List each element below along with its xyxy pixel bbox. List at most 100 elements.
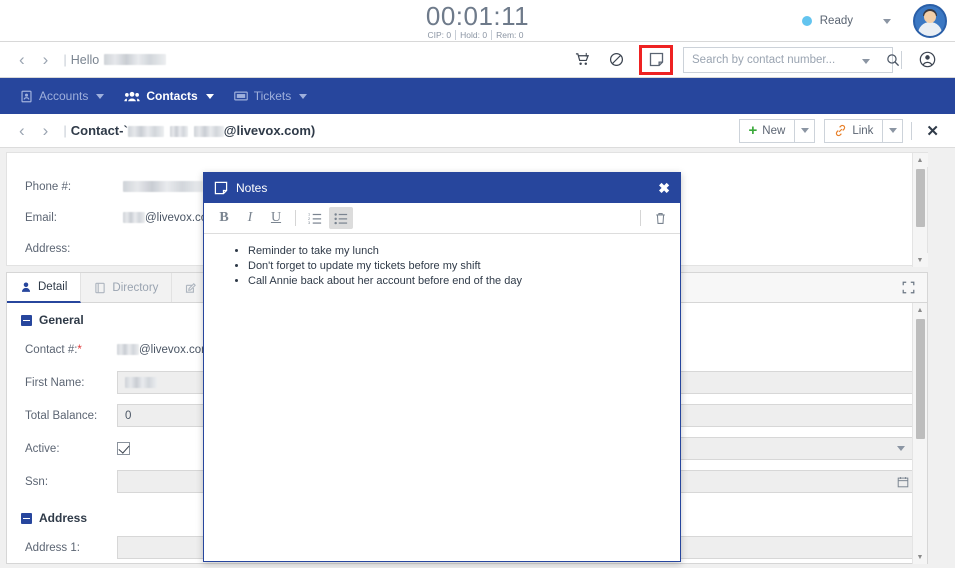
new-button[interactable]: + New [739, 119, 795, 142]
form-scrollbar[interactable]: ▲ ▼ [912, 303, 927, 564]
redacted-contact-part-3 [193, 126, 224, 138]
menu-label-accounts: Accounts [39, 89, 89, 103]
form-label-total-balance: Total Balance: [25, 409, 98, 422]
stat-cip: CIP: 0 [427, 29, 452, 40]
new-button-group: + New [738, 118, 816, 143]
secondary-nav-bar: ‹ › | Hello [0, 42, 955, 78]
form-label-first-name: First Name: [25, 376, 85, 389]
page-title: Contact-` @livevox.com) [70, 123, 316, 138]
form-scroll-up-icon[interactable]: ▲ [912, 303, 927, 317]
notes-icon[interactable] [639, 44, 673, 75]
pencil-square-icon [185, 282, 197, 294]
plus-icon: + [748, 122, 758, 139]
ordered-list-button[interactable]: 123 [303, 207, 327, 229]
form-label-contact-number: Contact #:* [25, 343, 82, 356]
status-label: Ready [819, 15, 853, 27]
menu-item-tickets[interactable]: Tickets [224, 78, 318, 114]
search-bar[interactable] [683, 46, 900, 73]
contacts-chevron-down-icon[interactable] [205, 93, 214, 99]
contacts-group-icon [124, 90, 141, 103]
form-scroll-thumb[interactable] [915, 319, 925, 439]
search-icon[interactable] [878, 53, 908, 67]
scroll-up-icon[interactable]: ▲ [912, 153, 928, 167]
status-chevron-down-icon[interactable] [883, 18, 891, 24]
notes-dialog: Notes ✖ B I U 123 Reminder to take my lu… [203, 172, 681, 562]
page-title-suffix: @livevox.com) [223, 123, 316, 138]
search-input[interactable] [684, 53, 854, 66]
active-checkbox[interactable] [117, 442, 130, 455]
form-label-address1: Address 1: [25, 541, 80, 554]
delete-note-button[interactable] [648, 207, 672, 229]
expand-fullscreen-icon[interactable] [890, 273, 927, 302]
link-button-label: Link [852, 124, 874, 137]
collapse-minus-icon[interactable] [21, 314, 32, 326]
stat-rem: Rem: 0 [491, 29, 527, 40]
nav-actions [565, 44, 945, 75]
list-item: Don't forget to update my tickets before… [248, 259, 680, 274]
menu-label-tickets: Tickets [253, 89, 292, 103]
form-scroll-down-icon[interactable]: ▼ [912, 550, 927, 564]
new-dropdown-button[interactable] [794, 119, 815, 142]
avatar[interactable] [913, 4, 947, 38]
status-indicator-dot [801, 16, 812, 26]
contact-header-bar: ‹ › | Contact-`@livevox.com) + New Link [0, 114, 955, 148]
underline-button[interactable]: U [264, 207, 288, 229]
tab-directory[interactable]: Directory [81, 273, 173, 302]
menu-item-accounts[interactable]: Accounts [10, 78, 114, 114]
toolbar-divider-1 [295, 210, 296, 226]
tab-detail[interactable]: Detail [7, 273, 82, 303]
header-divider [911, 121, 913, 140]
list-item: Reminder to take my lunch [248, 244, 680, 259]
search-chevron-down-icon[interactable] [854, 51, 878, 69]
tab-label-directory: Directory [112, 281, 159, 294]
form-label-ssn: Ssn: [25, 475, 49, 488]
main-menu-bar: Accounts Contacts Tickets [0, 78, 955, 114]
notes-dialog-close-icon[interactable]: ✖ [658, 180, 670, 197]
link-chain-icon [834, 124, 847, 137]
link-button[interactable]: Link [825, 119, 883, 142]
redacted-email-user [123, 212, 145, 223]
notes-editor-body[interactable]: Reminder to take my lunch Don't forget t… [204, 234, 680, 561]
nav-forward-button[interactable]: › [34, 51, 58, 68]
tickets-chevron-down-icon[interactable] [299, 93, 308, 99]
menu-item-contacts[interactable]: Contacts [114, 78, 223, 114]
agent-status-area: Ready [801, 0, 947, 42]
do-not-disturb-icon[interactable] [602, 47, 630, 73]
contact-forward-button[interactable]: › [34, 122, 58, 139]
section-title-general: General [39, 313, 84, 327]
redacted-contact-number [117, 344, 139, 355]
new-button-label: New [762, 124, 786, 137]
redacted-phone-value [123, 181, 203, 192]
form-label-active: Active: [25, 442, 60, 455]
link-dropdown-button[interactable] [882, 119, 903, 142]
notes-dialog-icon [214, 181, 228, 195]
application-window: 00:01:11 CIP: 0 Hold: 0 Rem: 0 Ready ‹ ›… [0, 0, 955, 568]
info-panel-scrollbar[interactable]: ▲ ▼ [912, 153, 928, 267]
notes-list: Reminder to take my lunch Don't forget t… [226, 244, 680, 289]
tab-label-detail: Detail [38, 281, 68, 293]
toolbar-divider-2 [640, 210, 641, 226]
contact-back-button[interactable]: ‹ [10, 122, 34, 139]
scroll-down-icon[interactable]: ▼ [912, 253, 928, 267]
scroll-thumb[interactable] [915, 169, 925, 227]
accounts-chevron-down-icon[interactable] [96, 93, 105, 99]
italic-button[interactable]: I [238, 207, 262, 229]
unordered-list-button[interactable] [329, 207, 353, 229]
nav-back-button[interactable]: ‹ [10, 51, 34, 68]
page-title-prefix: Contact- [70, 123, 124, 138]
ticket-icon [233, 90, 248, 102]
contact-header-divider: | [63, 123, 67, 138]
bold-button[interactable]: B [212, 207, 236, 229]
svg-text:1: 1 [308, 213, 310, 217]
notes-editor-toolbar: B I U 123 [204, 203, 680, 234]
redacted-user-name [104, 54, 167, 65]
collapse-minus-icon-address[interactable] [21, 512, 32, 524]
required-asterisk: * [77, 343, 82, 356]
user-account-icon[interactable] [913, 47, 941, 73]
call-stats: CIP: 0 Hold: 0 Rem: 0 [427, 29, 528, 40]
list-item: Call Annie back about her account before… [248, 274, 680, 289]
calendar-icon[interactable] [897, 476, 909, 488]
close-icon[interactable]: ✕ [920, 122, 945, 140]
book-icon [94, 282, 106, 294]
cart-icon[interactable] [568, 47, 596, 73]
